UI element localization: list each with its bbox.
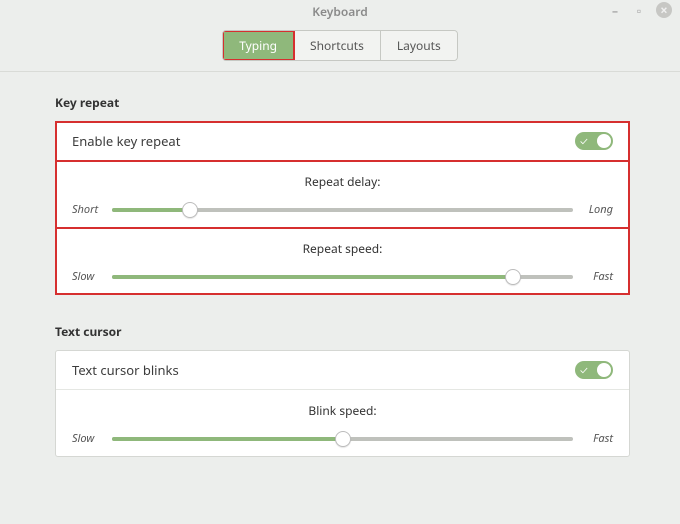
repeat-speed-slider[interactable] — [112, 275, 573, 279]
repeat-delay-max: Long — [581, 202, 613, 217]
toggle-knob — [597, 363, 611, 377]
tab-bar: Typing Shortcuts Layouts — [0, 22, 680, 72]
repeat-delay-min: Short — [72, 202, 104, 217]
repeat-speed-slider-wrap: Slow Fast — [72, 269, 613, 284]
key-repeat-panel: Enable key repeat ✓ Repeat delay: Short … — [55, 121, 630, 295]
text-cursor-blinks-row: Text cursor blinks ✓ — [56, 351, 629, 390]
repeat-speed-row: Repeat speed: Slow Fast — [56, 228, 629, 294]
content-area: Key repeat Enable key repeat ✓ Repeat de… — [0, 72, 680, 457]
check-icon: ✓ — [580, 134, 588, 149]
window-titlebar: Keyboard – ▫ × — [0, 0, 680, 22]
repeat-speed-max: Fast — [581, 269, 613, 284]
tab-shortcuts[interactable]: Shortcuts — [294, 31, 381, 60]
slider-thumb[interactable] — [335, 431, 351, 447]
close-icon[interactable]: × — [656, 2, 672, 18]
maximize-icon[interactable]: ▫ — [632, 3, 646, 17]
slider-fill — [112, 437, 343, 441]
blink-speed-slider-wrap: Slow Fast — [72, 431, 613, 446]
minimize-icon[interactable]: – — [608, 3, 622, 17]
repeat-delay-row: Repeat delay: Short Long — [56, 161, 629, 228]
blink-speed-max: Fast — [581, 431, 613, 446]
blink-speed-min: Slow — [72, 431, 104, 446]
check-icon: ✓ — [580, 363, 588, 378]
text-cursor-blinks-toggle[interactable]: ✓ — [575, 361, 613, 379]
repeat-delay-label: Repeat delay: — [72, 173, 613, 190]
slider-fill — [112, 275, 513, 279]
blink-speed-slider[interactable] — [112, 437, 573, 441]
blink-speed-row: Blink speed: Slow Fast — [56, 390, 629, 456]
tab-layouts[interactable]: Layouts — [381, 31, 457, 60]
window-controls: – ▫ × — [608, 2, 672, 18]
text-cursor-blinks-label: Text cursor blinks — [72, 361, 179, 379]
repeat-speed-label: Repeat speed: — [72, 240, 613, 257]
enable-key-repeat-toggle[interactable]: ✓ — [575, 132, 613, 150]
enable-key-repeat-label: Enable key repeat — [72, 132, 180, 150]
repeat-delay-slider-wrap: Short Long — [72, 202, 613, 217]
text-cursor-header: Text cursor — [55, 323, 630, 340]
enable-key-repeat-row: Enable key repeat ✓ — [56, 122, 629, 161]
window-title: Keyboard — [312, 3, 368, 20]
text-cursor-panel: Text cursor blinks ✓ Blink speed: Slow F… — [55, 350, 630, 457]
repeat-speed-min: Slow — [72, 269, 104, 284]
blink-speed-label: Blink speed: — [72, 402, 613, 419]
tab-typing[interactable]: Typing — [223, 31, 294, 60]
toggle-knob — [597, 134, 611, 148]
key-repeat-header: Key repeat — [55, 94, 630, 111]
repeat-delay-slider[interactable] — [112, 208, 573, 212]
slider-thumb[interactable] — [182, 202, 198, 218]
slider-fill — [112, 208, 190, 212]
slider-thumb[interactable] — [505, 269, 521, 285]
tabs-group: Typing Shortcuts Layouts — [222, 30, 458, 61]
